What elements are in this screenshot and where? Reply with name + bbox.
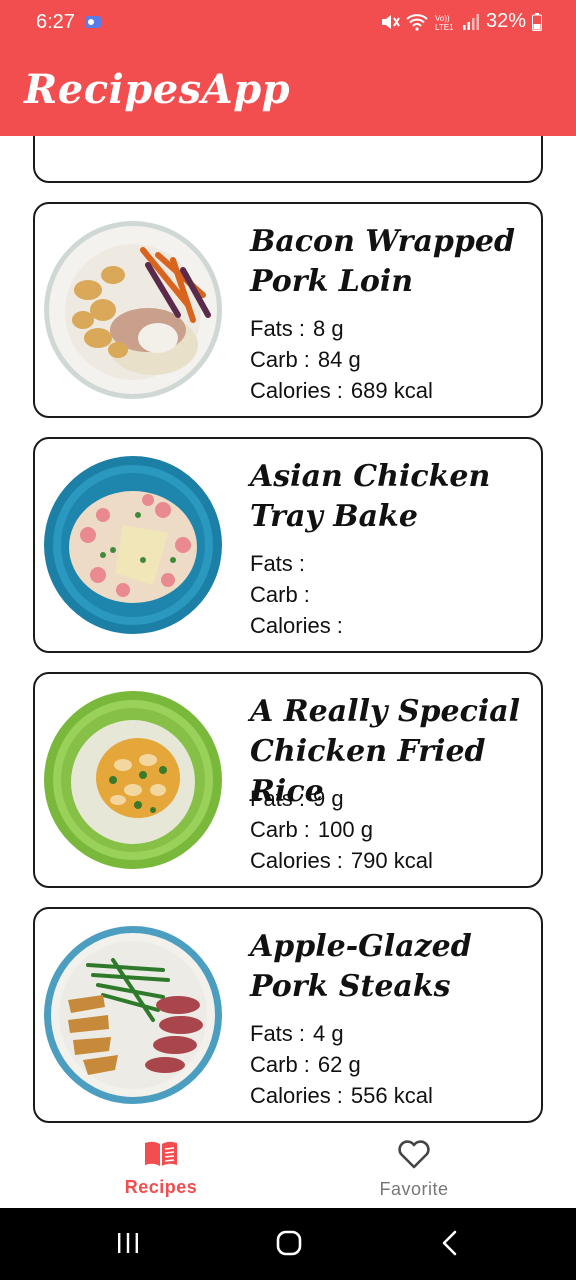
carb-row: Carb : [250, 582, 318, 608]
recipe-card-partial[interactable] [33, 136, 543, 183]
fats-row: Fats : 8 g [250, 316, 344, 342]
fats-value: 8 g [313, 316, 344, 341]
nav-favorite[interactable]: Favorite [314, 1140, 514, 1200]
notification-icon [85, 16, 101, 28]
calories-row: Calories : 689 kcal [250, 378, 433, 404]
calories-label: Calories : [250, 1083, 343, 1108]
back-icon[interactable] [440, 1230, 460, 1256]
fats-row: Fats : [250, 551, 313, 577]
recipe-card[interactable]: Asian Chicken Tray Bake Fats : Carb : Ca… [33, 437, 543, 653]
fats-label: Fats : [250, 786, 306, 811]
recipe-title: Apple-Glazed Pork Steaks [250, 929, 472, 1004]
fats-label: Fats : [250, 316, 306, 341]
mute-icon [381, 14, 400, 29]
calories-label: Calories : [250, 848, 343, 873]
status-time: 6:27 [36, 11, 75, 33]
recipe-image [44, 691, 222, 869]
carb-label: Carb : [250, 582, 310, 607]
bottom-nav: Recipes Favorite [0, 1126, 576, 1208]
battery-percent: 32% [485, 10, 526, 32]
calories-row: Calories : [250, 613, 351, 639]
wifi-icon [406, 13, 428, 31]
carb-value: 100 g [317, 817, 373, 842]
recipe-card[interactable]: Apple-Glazed Pork Steaks Fats : 4 g Carb … [33, 907, 543, 1123]
carb-value: 62 g [317, 1052, 361, 1077]
svg-text:Vo)): Vo)) [435, 14, 450, 23]
calories-label: Calories : [250, 613, 343, 638]
carb-value: 84 g [317, 347, 361, 372]
calories-row: Calories : 790 kcal [250, 848, 433, 874]
nav-recipes[interactable]: Recipes [61, 1140, 261, 1198]
recent-apps-icon[interactable] [116, 1230, 140, 1256]
app-title: RecipesApp [24, 66, 291, 113]
heart-icon [398, 1140, 430, 1169]
recipe-card[interactable]: Bacon Wrapped Pork Loin Fats : 8 g Carb :… [33, 202, 543, 418]
recipe-image [44, 926, 222, 1104]
calories-value: 556 kcal [350, 1083, 433, 1108]
fats-row: Fats : 9 g [250, 786, 344, 812]
fats-label: Fats : [250, 1021, 306, 1046]
volte-icon: Vo)) LTE1 [435, 14, 454, 31]
carb-row: Carb : 62 g [250, 1052, 361, 1078]
carb-label: Carb : [250, 817, 310, 842]
recipe-title: Asian Chicken Tray Bake [250, 459, 491, 534]
calories-value: 689 kcal [350, 378, 433, 403]
calories-value: 790 kcal [350, 848, 433, 873]
recipe-list[interactable]: Bacon Wrapped Pork Loin Fats : 8 g Carb :… [0, 136, 576, 1126]
nav-favorite-label: Favorite [379, 1179, 449, 1199]
fats-label: Fats : [250, 551, 306, 576]
carb-row: Carb : 84 g [250, 347, 361, 373]
status-icons: Vo)) LTE1 32% [380, 10, 542, 33]
recipe-image [44, 221, 222, 399]
fats-value: 9 g [313, 786, 344, 811]
calories-label: Calories : [250, 378, 343, 403]
carb-label: Carb : [250, 1052, 310, 1077]
recipe-title: Bacon Wrapped Pork Loin [250, 224, 515, 299]
nav-recipes-label: Recipes [124, 1177, 198, 1197]
recipe-card[interactable]: A Really Special Chicken Fried Rice Fats… [33, 672, 543, 888]
signal-icon [462, 13, 479, 30]
recipe-image [43, 136, 223, 138]
battery-icon [532, 12, 542, 31]
fats-value: 4 g [313, 1021, 344, 1046]
book-icon [145, 1141, 177, 1166]
calories-row: Calories : 556 kcal [250, 1083, 433, 1109]
recipe-image [44, 456, 222, 634]
svg-text:LTE1: LTE1 [435, 23, 454, 31]
home-icon[interactable] [276, 1230, 302, 1256]
system-nav-bar [0, 1208, 576, 1280]
carb-label: Carb : [250, 347, 310, 372]
fats-row: Fats : 4 g [250, 1021, 344, 1047]
app-bar: RecipesApp [0, 46, 576, 136]
status-bar: 6:27 Vo)) LTE1 32% [0, 0, 576, 46]
carb-row: Carb : 100 g [250, 817, 373, 843]
